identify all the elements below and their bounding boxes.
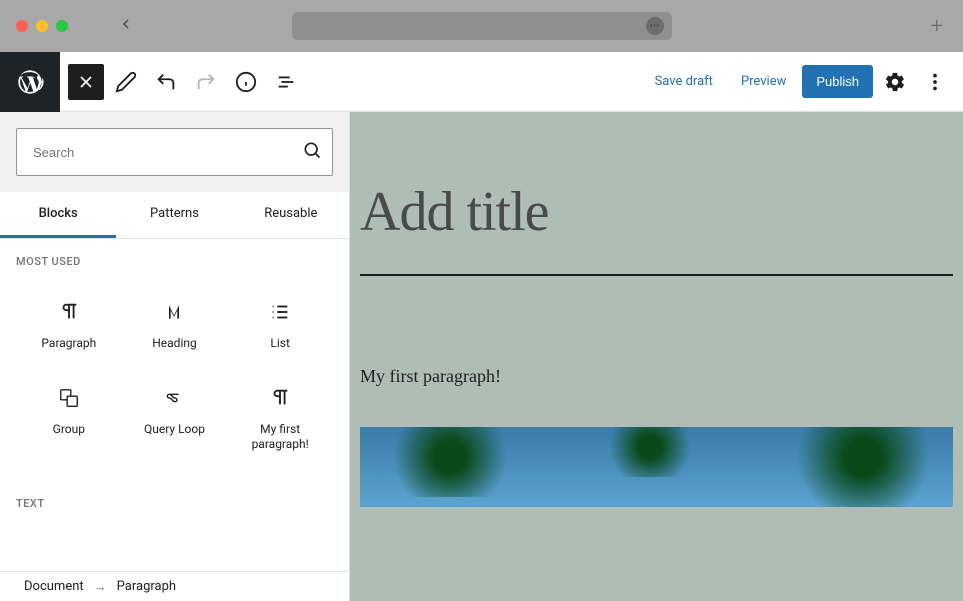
window-titlebar: ••• + [0,0,963,52]
palm-tree-image [783,427,943,507]
block-grid-most-used: Paragraph Heading List Group Query Loop [16,280,333,467]
block-query-loop[interactable]: Query Loop [122,366,228,467]
blocks-content: MOST USED Paragraph Heading List Group [0,239,349,601]
search-wrap [0,112,349,192]
section-most-used: MOST USED [16,255,333,268]
settings-button[interactable] [877,64,913,100]
block-label: Query Loop [144,422,205,438]
block-label: Paragraph [41,336,96,352]
close-window-button[interactable] [16,20,28,32]
tab-patterns[interactable]: Patterns [116,192,232,238]
tools-button[interactable] [108,64,144,100]
search-icon [302,140,322,164]
block-label: Group [53,422,85,438]
paragraph-block[interactable]: My first paragraph! [360,366,953,387]
toggle-inserter-button[interactable] [68,64,104,100]
block-label: Heading [152,336,197,352]
post-title-input[interactable]: Add title [360,150,953,274]
group-icon [57,386,81,410]
redo-button[interactable] [188,64,224,100]
block-inserter-panel: Blocks Patterns Reusable MOST USED Parag… [0,112,350,601]
title-separator [360,274,953,276]
url-options-icon[interactable]: ••• [646,17,664,35]
preview-button[interactable]: Preview [729,66,798,97]
toolbar-left [68,64,304,100]
wordpress-logo[interactable] [0,52,60,112]
chevron-right-icon: → [94,579,107,595]
maximize-window-button[interactable] [56,20,68,32]
url-bar[interactable]: ••• [292,12,672,40]
block-paragraph[interactable]: Paragraph [16,280,122,366]
block-my-first-paragraph[interactable]: My first paragraph! [227,366,333,467]
browser-back-button[interactable] [118,16,134,36]
palm-tree-image [600,427,700,477]
editor-header: Save draft Preview Publish [0,52,963,112]
block-heading[interactable]: Heading [122,280,228,366]
editor-canvas[interactable]: Add title My first paragraph! [350,112,963,601]
outline-button[interactable] [268,64,304,100]
search-input[interactable] [33,145,302,160]
query-loop-icon [162,386,186,410]
toolbar-right: Save draft Preview Publish [643,64,953,100]
tab-blocks[interactable]: Blocks [0,192,116,238]
block-label: My first paragraph! [235,422,325,453]
breadcrumb-bar: Document → Paragraph [0,571,349,601]
section-text: TEXT [16,497,333,510]
paragraph-icon [268,386,292,410]
heading-icon [162,300,186,324]
minimize-window-button[interactable] [36,20,48,32]
block-label: List [270,336,290,352]
traffic-lights [16,20,68,32]
breadcrumb-document[interactable]: Document [24,579,84,594]
main-area: Blocks Patterns Reusable MOST USED Parag… [0,112,963,601]
tab-reusable[interactable]: Reusable [233,192,349,238]
new-tab-button[interactable]: + [931,14,943,39]
undo-button[interactable] [148,64,184,100]
list-icon [268,300,292,324]
paragraph-icon [57,300,81,324]
options-button[interactable] [917,64,953,100]
block-group[interactable]: Group [16,366,122,467]
details-button[interactable] [228,64,264,100]
search-box[interactable] [16,128,333,176]
breadcrumb-current[interactable]: Paragraph [117,579,176,594]
block-list[interactable]: List [227,280,333,366]
inserter-tabs: Blocks Patterns Reusable [0,192,349,239]
save-draft-button[interactable]: Save draft [643,66,725,97]
publish-button[interactable]: Publish [802,65,873,98]
palm-tree-image [380,427,520,497]
image-block[interactable] [360,427,953,507]
